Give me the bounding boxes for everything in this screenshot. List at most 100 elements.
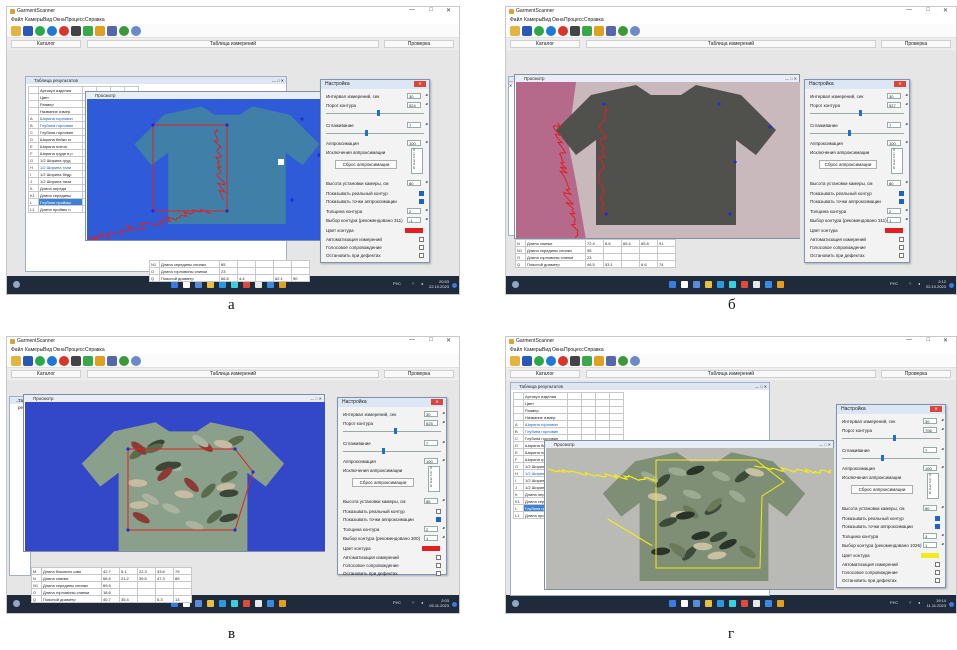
settings-dialog[interactable]: Настройка✕Интервал измерений, сек30Порог… xyxy=(320,79,430,263)
value-cell[interactable] xyxy=(291,260,310,268)
taskview-icon[interactable] xyxy=(693,281,700,288)
play-icon[interactable] xyxy=(35,26,45,36)
value-cell[interactable]: 79 xyxy=(173,567,192,575)
interval-spin[interactable]: 30 xyxy=(923,418,943,424)
smoothing-slider[interactable] xyxy=(343,448,441,454)
save-icon[interactable] xyxy=(23,26,33,36)
store-icon[interactable] xyxy=(729,281,736,288)
value-cell[interactable]: 33.6 xyxy=(155,567,174,575)
edge-icon[interactable] xyxy=(717,281,724,288)
value-cell[interactable]: 40.7 xyxy=(101,595,120,603)
play-icon[interactable] xyxy=(534,356,544,366)
menu-item[interactable]: Файл xyxy=(11,347,23,353)
contour-thickness-spin[interactable]: 3 xyxy=(923,533,943,539)
contour-choice-spin[interactable]: 1 xyxy=(923,542,943,548)
tab-catalog[interactable]: Каталог xyxy=(11,370,81,378)
wifi-icon[interactable]: ⌔ xyxy=(908,600,912,606)
value-cell[interactable] xyxy=(137,588,156,596)
menu-item[interactable]: Справка xyxy=(584,347,604,353)
chart-icon[interactable] xyxy=(582,356,592,366)
contour-color-swatch[interactable] xyxy=(885,228,903,233)
table-row[interactable]: Цвет xyxy=(513,399,624,407)
minimize-icon[interactable]: — xyxy=(906,7,912,13)
gear-icon[interactable] xyxy=(119,356,129,366)
tab-measurements[interactable]: Таблица измерений xyxy=(87,370,379,378)
table-cell[interactable] xyxy=(581,399,596,407)
smoothing-slider[interactable] xyxy=(810,130,904,136)
maximize-icon[interactable]: □ xyxy=(926,7,930,13)
edge-icon[interactable] xyxy=(219,600,226,607)
table-row[interactable]: A Ширина горловин xyxy=(513,420,624,428)
window-buttons[interactable]: — □ ✕ xyxy=(785,76,797,81)
store-icon[interactable] xyxy=(231,281,238,288)
table-row[interactable]: N1 Длина середины спинки 65 xyxy=(149,260,310,268)
settings-dialog[interactable]: Настройка✕Интервал измерений, сек30Порог… xyxy=(804,79,910,263)
close-button[interactable]: ✕ xyxy=(431,399,443,405)
threshold-slider[interactable] xyxy=(326,110,424,116)
open-folder-icon[interactable] xyxy=(510,356,520,366)
app-taskbar-icon[interactable] xyxy=(777,600,784,607)
minimize-icon[interactable]: — xyxy=(409,337,415,343)
brush-icon[interactable] xyxy=(594,26,604,36)
camera-height-spin[interactable]: 80 xyxy=(887,180,907,186)
brush-icon[interactable] xyxy=(95,356,105,366)
tab-measurements[interactable]: Таблица измерений xyxy=(586,370,876,378)
value-cell[interactable]: 13 xyxy=(173,595,192,603)
taskview-icon[interactable] xyxy=(195,600,202,607)
threshold-spin[interactable]: 706 xyxy=(923,427,943,433)
pause-icon[interactable] xyxy=(546,26,556,36)
menu-item[interactable]: Вид xyxy=(43,347,52,353)
menu-item[interactable]: Окна xyxy=(552,347,564,353)
approx-exclusions-list[interactable]: 012345 xyxy=(428,466,440,492)
taskbar-clock[interactable]: 20:53 22.10.2023 xyxy=(429,279,449,289)
preview-window[interactable]: Просмотр— □ ✕ xyxy=(544,440,834,590)
value-cell[interactable] xyxy=(137,581,156,589)
language-indicator[interactable]: РУС xyxy=(393,600,401,605)
camera-height-spin[interactable]: 80 xyxy=(407,180,427,186)
value-cell[interactable]: 5.3 xyxy=(155,595,174,603)
show-approx-points-checkbox[interactable] xyxy=(419,199,424,204)
table-cell[interactable] xyxy=(581,420,596,428)
table-cell[interactable] xyxy=(567,406,582,414)
calculator-icon[interactable] xyxy=(107,26,117,36)
smoothing-spin[interactable]: 7 xyxy=(887,122,907,128)
store-icon[interactable] xyxy=(231,600,238,607)
value-cell[interactable]: 47.3 xyxy=(155,574,174,582)
photos-icon[interactable] xyxy=(255,281,262,288)
maximize-icon[interactable]: □ xyxy=(926,337,930,343)
table-cell[interactable] xyxy=(581,413,596,421)
table-cell[interactable] xyxy=(581,427,596,435)
value-cell[interactable] xyxy=(237,267,256,275)
chart-icon[interactable] xyxy=(83,356,93,366)
smoothing-slider[interactable] xyxy=(842,455,940,461)
threshold-spin[interactable]: 527 xyxy=(887,102,907,108)
table-cell[interactable] xyxy=(595,399,610,407)
settings-dialog[interactable]: Настройка✕Интервал измерений, сек30Порог… xyxy=(836,404,946,588)
gear-icon[interactable] xyxy=(119,26,129,36)
show-approx-points-checkbox[interactable] xyxy=(899,199,904,204)
approx-exclusions-list[interactable]: 012345 xyxy=(411,148,423,174)
gear-icon[interactable] xyxy=(618,356,628,366)
value-cell[interactable]: 62.1 xyxy=(273,274,292,282)
stop-icon[interactable] xyxy=(558,26,568,36)
close-button[interactable]: ✕ xyxy=(894,81,906,87)
close-button[interactable]: ✕ xyxy=(930,406,942,412)
reset-approx-button[interactable]: Сброс аппроксимации xyxy=(819,160,877,169)
list-entry[interactable]: 5 xyxy=(929,491,938,496)
language-indicator[interactable]: РУС xyxy=(393,281,401,286)
value-cell[interactable]: 68.5 xyxy=(101,574,120,582)
search-icon[interactable] xyxy=(681,281,688,288)
table-cell[interactable] xyxy=(595,392,610,400)
contour-choice-spin[interactable]: 1 xyxy=(887,217,907,223)
value-cell[interactable]: 23 xyxy=(585,253,604,261)
table-cell[interactable] xyxy=(609,427,624,435)
maximize-icon[interactable]: □ xyxy=(429,7,433,13)
mail-icon[interactable] xyxy=(741,281,748,288)
weather-icon[interactable] xyxy=(13,600,20,607)
menu-item[interactable]: Процесс xyxy=(65,17,85,23)
value-cell[interactable] xyxy=(137,595,156,603)
save-icon[interactable] xyxy=(23,356,33,366)
voice-support-checkbox[interactable] xyxy=(935,570,940,575)
menu-item[interactable]: Справка xyxy=(85,17,105,23)
edge-icon[interactable] xyxy=(219,281,226,288)
